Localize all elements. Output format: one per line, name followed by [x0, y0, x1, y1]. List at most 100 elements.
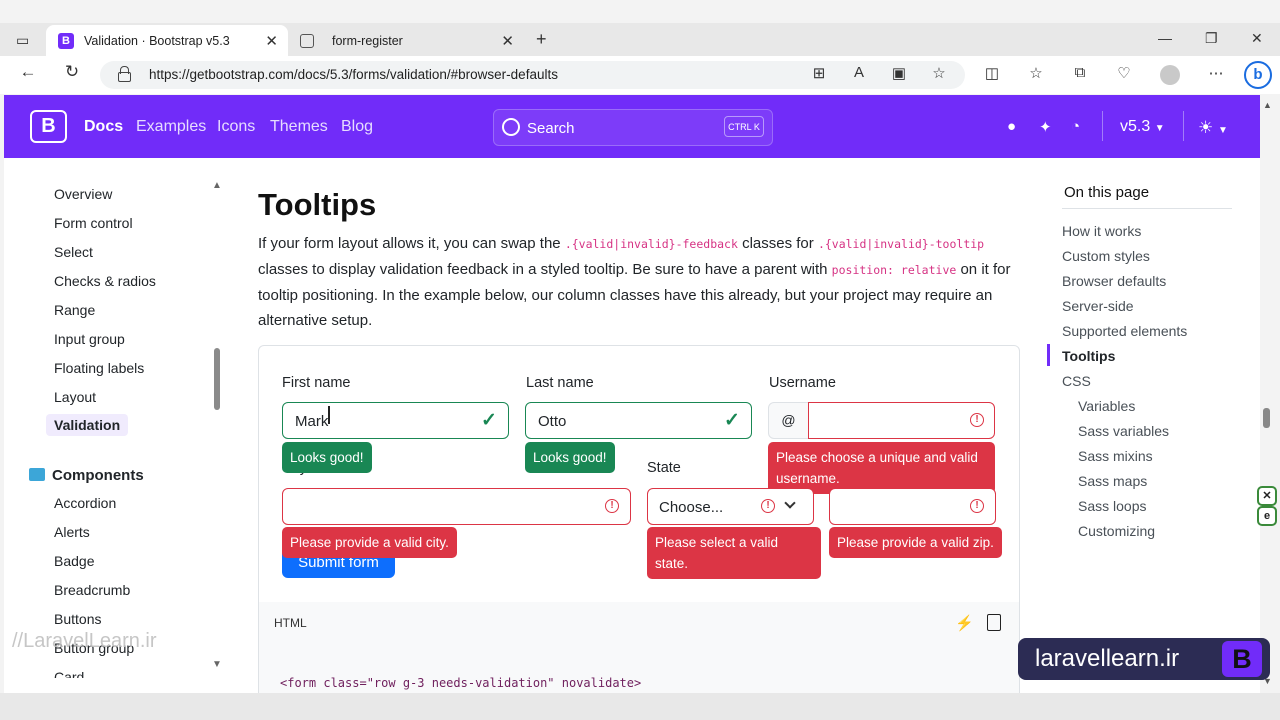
tab-actions-icon[interactable]: ▭ [16, 32, 29, 49]
toc-heading: On this page [1064, 184, 1150, 201]
tab-close-icon[interactable]: ✕ [265, 32, 278, 50]
sidebar-item-card[interactable]: Card [54, 669, 84, 678]
invalid-alert-icon: ! [761, 499, 775, 513]
bing-copilot-icon[interactable]: b [1244, 61, 1272, 89]
toc-item-sass-loops[interactable]: Sass loops [1078, 498, 1146, 514]
sidebar-item-breadcrumb[interactable]: Breadcrumb [54, 582, 130, 598]
browser-window: ▭ B Validation · Bootstrap v5.3 ✕ form-r… [0, 0, 1280, 720]
toc-item-tooltips[interactable]: Tooltips [1062, 348, 1115, 364]
app-available-icon[interactable]: ⊞ [808, 64, 830, 82]
collections-icon[interactable]: ⧉ [1069, 64, 1091, 81]
city-input[interactable] [282, 488, 631, 525]
toc-item-browser-defaults[interactable]: Browser defaults [1062, 273, 1166, 289]
scroll-down-arrow-icon[interactable]: ▼ [212, 659, 222, 670]
back-icon[interactable]: ← [16, 62, 40, 82]
new-tab-icon[interactable]: + [536, 29, 547, 50]
toc-item-sass-maps[interactable]: Sass maps [1078, 473, 1147, 489]
chevron-down-icon: ▼ [1217, 125, 1228, 136]
reload-icon[interactable]: ↻ [60, 62, 84, 82]
last-name-label: Last name [526, 375, 594, 391]
favorite-star-icon[interactable]: ☆ [928, 64, 950, 82]
inline-code: .{valid|invalid}-feedback [564, 237, 738, 251]
sidebar-item-layout[interactable]: Layout [54, 389, 96, 405]
sidebar-item-overview[interactable]: Overview [54, 186, 112, 202]
state-select-value: Choose... [659, 499, 724, 516]
nav-link-icons[interactable]: Icons [217, 118, 255, 136]
scroll-up-arrow-icon[interactable]: ▲ [212, 180, 222, 191]
inline-code: position: relative [831, 263, 957, 277]
nav-link-blog[interactable]: Blog [341, 118, 373, 136]
toc-item-customizing[interactable]: Customizing [1078, 523, 1155, 539]
sidebar-item-validation[interactable]: Validation [46, 414, 129, 436]
github-icon[interactable]: ● [1007, 118, 1016, 135]
read-aloud-icon[interactable]: A [848, 64, 870, 81]
close-window-icon[interactable]: ✕ [1251, 30, 1263, 47]
intro-paragraph: If your form layout allows it, you can s… [258, 231, 1018, 333]
edge-icon[interactable]: e [1257, 506, 1277, 526]
sidebar-item-floating-labels[interactable]: Floating labels [54, 360, 144, 376]
sidebar-item-badge[interactable]: Badge [54, 553, 94, 569]
clipboard-icon[interactable] [987, 614, 1001, 631]
inline-code: .{valid|invalid}-tooltip [817, 237, 985, 251]
nav-link-examples[interactable]: Examples [136, 118, 206, 136]
intro-text: classes to display validation feedback i… [258, 261, 832, 278]
close-circle-icon[interactable]: ✕ [1257, 486, 1277, 506]
lock-icon[interactable] [118, 66, 131, 82]
username-input[interactable] [808, 402, 995, 439]
nav-divider [1183, 111, 1184, 141]
sidebar-scrollbar[interactable] [214, 348, 220, 410]
profile-avatar-icon[interactable] [1160, 65, 1180, 85]
sidebar-item-checks-radios[interactable]: Checks & radios [54, 273, 156, 289]
city-invalid-tooltip: Please provide a valid city. [282, 527, 457, 558]
first-name-label: First name [282, 375, 351, 391]
page-scrollbar[interactable] [1263, 408, 1270, 428]
immersive-reader-icon[interactable]: ▣ [888, 64, 910, 82]
section-title: Tooltips [258, 187, 377, 222]
nav-link-docs[interactable]: Docs [84, 118, 123, 136]
toc-item-css[interactable]: CSS [1062, 373, 1091, 389]
split-screen-icon[interactable]: ◫ [981, 64, 1003, 82]
document-favicon-icon [300, 33, 314, 48]
tab-form-register[interactable]: form-register ✕ [290, 25, 524, 56]
maximize-icon[interactable]: ❐ [1205, 30, 1218, 47]
bootstrap-favicon-icon: B [58, 32, 74, 49]
toc-item-how-it-works[interactable]: How it works [1062, 223, 1141, 239]
sidebar-item-input-group[interactable]: Input group [54, 331, 125, 347]
theme-toggle[interactable]: ☀ ▼ [1198, 118, 1228, 138]
browser-essentials-icon[interactable]: ♡ [1113, 64, 1135, 82]
sidebar-item-form-control[interactable]: Form control [54, 215, 133, 231]
watermark-text: //LaravelLearn.ir [12, 630, 157, 652]
twitter-icon[interactable]: ✦ [1039, 118, 1052, 136]
sidebar-item-select[interactable]: Select [54, 244, 93, 260]
intro-text: If your form layout allows it, you can s… [258, 235, 565, 252]
toc-active-indicator [1047, 344, 1050, 366]
first-name-value: Mark [295, 413, 329, 430]
favorites-icon[interactable]: ☆ [1025, 64, 1047, 82]
invalid-alert-icon: ! [970, 499, 984, 513]
zip-invalid-tooltip: Please provide a valid zip. [829, 527, 1002, 558]
toc-item-variables[interactable]: Variables [1078, 398, 1135, 414]
toc-item-custom-styles[interactable]: Custom styles [1062, 248, 1150, 264]
minimize-icon[interactable]: — [1158, 30, 1172, 46]
sidebar-item-buttons[interactable]: Buttons [54, 611, 101, 627]
nav-link-themes[interactable]: Themes [270, 118, 328, 136]
invalid-alert-icon: ! [970, 413, 984, 427]
tab-validation[interactable]: B Validation · Bootstrap v5.3 ✕ [46, 25, 288, 56]
toc-item-supported-elements[interactable]: Supported elements [1062, 323, 1187, 339]
version-dropdown[interactable]: v5.3 ▼ [1120, 118, 1165, 136]
sidebar-item-range[interactable]: Range [54, 302, 95, 318]
toc-item-sass-variables[interactable]: Sass variables [1078, 423, 1169, 439]
sidebar-item-alerts[interactable]: Alerts [54, 524, 90, 540]
first-name-valid-tooltip: Looks good! [282, 442, 372, 473]
toc-item-server-side[interactable]: Server-side [1062, 298, 1134, 314]
lightning-icon[interactable]: ⚡ [955, 614, 974, 632]
tab-close-icon[interactable]: ✕ [501, 32, 514, 50]
bootstrap-logo[interactable]: B [30, 110, 67, 143]
page-scroll-up-icon[interactable]: ▲ [1263, 100, 1272, 110]
watermark-badge-text: laravellearn.ir [1035, 645, 1180, 672]
toc-item-sass-mixins[interactable]: Sass mixins [1078, 448, 1153, 464]
more-menu-icon[interactable]: ⋯ [1205, 64, 1227, 82]
sidebar-item-accordion[interactable]: Accordion [54, 495, 116, 511]
opencollective-icon[interactable]: ◔ [1071, 118, 1080, 135]
url-text[interactable]: https://getbootstrap.com/docs/5.3/forms/… [149, 67, 558, 82]
